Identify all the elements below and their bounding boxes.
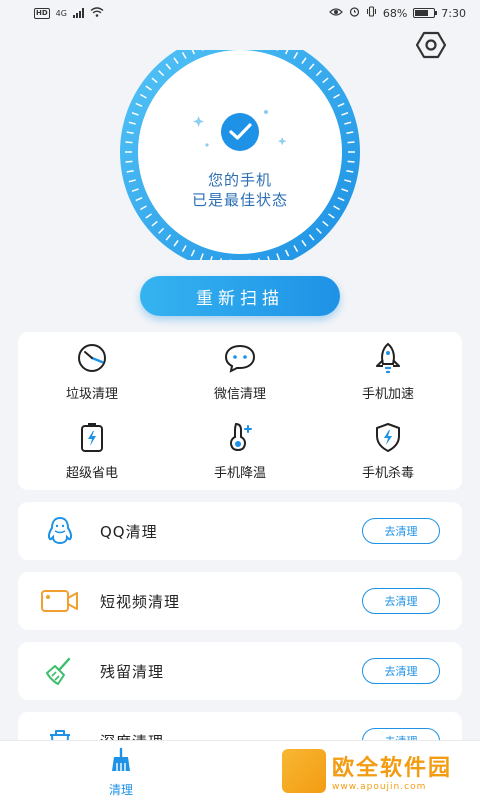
rescan-button[interactable]: 重新扫描 [140, 276, 340, 316]
check-badge-icon [221, 113, 259, 151]
gear-icon [415, 30, 447, 64]
signal-icon [72, 8, 84, 18]
trash-sweep-icon [75, 341, 109, 375]
tool-label: 微信清理 [213, 387, 266, 402]
tools-grid: 垃圾清理 微信清理 手机加速 超级省电 手机降温 手机杀毒 [18, 332, 462, 490]
broom-icon [108, 747, 134, 777]
go-clean-button[interactable]: 去清理 [362, 588, 440, 614]
clean-row-short-video[interactable]: 短视频清理 去清理 [18, 572, 462, 630]
tool-cool-down[interactable]: 手机降温 [166, 411, 314, 490]
nav-label: 清理 [108, 783, 133, 797]
tool-label: 垃圾清理 [65, 387, 118, 402]
network-label: 4G [55, 8, 67, 18]
watermark-title: 欧全软件园 [332, 756, 453, 781]
hd-badge: HD [34, 7, 50, 19]
tool-power-save[interactable]: 超级省电 [18, 411, 166, 490]
dial-tick [125, 160, 133, 163]
tool-junk-clean[interactable]: 垃圾清理 [18, 332, 166, 411]
clean-label: 短视频清理 [100, 592, 181, 611]
status-bar: HD 4G 68% 7:30 [0, 0, 480, 26]
status-line-2: 已是最佳状态 [191, 191, 288, 209]
tool-label: 手机加速 [361, 387, 414, 402]
settings-button[interactable] [414, 30, 448, 64]
status-dial: 您的手机 已是最佳状态 [100, 50, 380, 260]
shield-bolt-icon [371, 420, 405, 454]
eye-icon [328, 7, 343, 20]
clean-row-residual[interactable]: 残留清理 去清理 [18, 642, 462, 700]
status-time: 7:30 [441, 6, 466, 20]
battery-bolt-icon [75, 420, 109, 454]
tool-label: 超级省电 [65, 466, 118, 481]
clean-label: 残留清理 [100, 662, 165, 681]
rocket-icon [371, 341, 405, 375]
tool-label: 手机降温 [213, 466, 266, 481]
alarm-icon [349, 6, 360, 20]
battery-percent: 68% [382, 6, 408, 20]
thermometer-icon [223, 420, 257, 454]
tool-phone-boost[interactable]: 手机加速 [314, 332, 462, 411]
clean-label: QQ清理 [100, 522, 158, 541]
dial-tick [125, 141, 133, 144]
qq-penguin-icon [38, 514, 82, 548]
tool-label: 手机杀毒 [361, 466, 414, 481]
vibrate-icon [366, 6, 377, 20]
dial-tick [347, 160, 355, 163]
nav-tab-clean[interactable]: 清理 [96, 747, 146, 797]
status-message: 您的手机 已是最佳状态 [100, 170, 380, 210]
video-camera-icon [38, 584, 82, 618]
status-dial-graphic [120, 50, 360, 260]
clean-row-qq[interactable]: QQ清理 去清理 [18, 502, 462, 560]
watermark: 欧全软件园 www.apoujin.com [282, 744, 476, 798]
go-clean-button[interactable]: 去清理 [362, 658, 440, 684]
dial-tick [347, 141, 355, 144]
broom-icon [38, 654, 82, 688]
status-line-1: 您的手机 [207, 171, 272, 189]
tool-wechat-clean[interactable]: 微信清理 [166, 332, 314, 411]
battery-icon [413, 8, 438, 18]
tool-antivirus[interactable]: 手机杀毒 [314, 411, 462, 490]
go-clean-button[interactable]: 去清理 [362, 518, 440, 544]
watermark-url: www.apoujin.com [332, 782, 427, 792]
watermark-logo [282, 749, 326, 793]
wechat-icon [223, 341, 257, 375]
wifi-icon [90, 6, 104, 20]
